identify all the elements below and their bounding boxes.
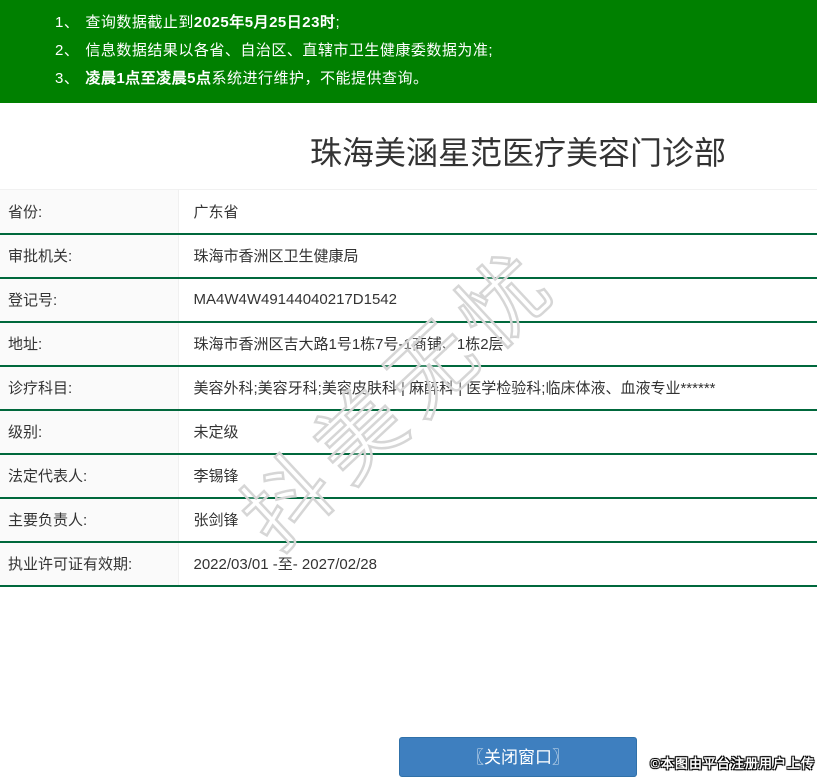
row-value: 珠海市香洲区卫生健康局 xyxy=(178,233,817,279)
notice-text: ; xyxy=(335,14,341,31)
institution-info-table: 省份: 广东省 审批机关: 珠海市香洲区卫生健康局 登记号: MA4W4W491… xyxy=(0,189,817,587)
row-label: 级别: xyxy=(0,409,179,455)
page-title: 珠海美涵星范医疗美容门诊部 xyxy=(309,135,726,171)
row-label: 诊疗科目: xyxy=(0,365,179,411)
row-label: 主要负责人: xyxy=(0,497,179,543)
uploader-badge: ©本图由平台注册用户上传 xyxy=(650,756,815,771)
table-row: 法定代表人: 李锡锋 xyxy=(0,453,817,499)
row-label: 地址: xyxy=(0,321,179,367)
notice-line-number: 2、 xyxy=(55,42,80,59)
notice-line-number: 1、 xyxy=(55,14,80,31)
row-label: 审批机关: xyxy=(0,233,179,279)
row-value: MA4W4W49144040217D1542 xyxy=(178,277,817,323)
notice-text-bold: 凌晨1点至凌晨5点 xyxy=(85,70,212,87)
notice-line-2: 2、 信息数据结果以各省、自治区、直辖市卫生健康委数据为准; xyxy=(55,37,817,65)
notice-line-number: 3、 xyxy=(55,70,80,87)
notice-text-bold: 2025年5月25日23时 xyxy=(193,14,336,31)
row-value: 2022/03/01 -至- 2027/02/28 xyxy=(178,541,817,587)
row-value: 未定级 xyxy=(178,409,817,455)
row-label: 登记号: xyxy=(0,277,179,323)
table-row: 诊疗科目: 美容外科;美容牙科;美容皮肤科 | 麻醉科 | 医学检验科;临床体液… xyxy=(0,365,817,411)
row-value: 张剑锋 xyxy=(178,497,817,543)
row-value: 珠海市香洲区吉大路1号1栋7号-1商铺、1栋2层 xyxy=(178,321,817,367)
row-value: 美容外科;美容牙科;美容皮肤科 | 麻醉科 | 医学检验科;临床体液、血液专业*… xyxy=(178,365,817,411)
notice-banner: 1、 查询数据截止到2025年5月25日23时; 2、 信息数据结果以各省、自治区、… xyxy=(0,0,817,103)
notice-line-3: 3、 凌晨1点至凌晨5点系统进行维护，不能提供查询。 xyxy=(55,65,817,93)
table-row: 主要负责人: 张剑锋 xyxy=(0,497,817,543)
notice-text: 信息数据结果以各省、自治区、直辖市卫生健康委数据为准; xyxy=(85,42,494,59)
page-container: 1、 查询数据截止到2025年5月25日23时; 2、 信息数据结果以各省、自治区、… xyxy=(0,0,817,777)
table-row: 登记号: MA4W4W49144040217D1542 xyxy=(0,277,817,323)
table-row: 执业许可证有效期: 2022/03/01 -至- 2027/02/28 xyxy=(0,541,817,587)
notice-text: 系统进行维护，不能提供查询。 xyxy=(211,70,429,87)
row-label: 执业许可证有效期: xyxy=(0,541,179,587)
table-row: 地址: 珠海市香洲区吉大路1号1栋7号-1商铺、1栋2层 xyxy=(0,321,817,367)
notice-text: 查询数据截止到 xyxy=(85,14,194,31)
notice-line-1: 1、 查询数据截止到2025年5月25日23时; xyxy=(55,9,817,37)
table-row: 省份: 广东省 xyxy=(0,189,817,235)
close-window-button[interactable]: 〖关闭窗口〗 xyxy=(399,736,637,777)
row-value: 李锡锋 xyxy=(178,453,817,499)
row-label: 省份: xyxy=(0,189,179,235)
table-row: 级别: 未定级 xyxy=(0,409,817,455)
row-label: 法定代表人: xyxy=(0,453,179,499)
row-value: 广东省 xyxy=(178,189,817,235)
table-row: 审批机关: 珠海市香洲区卫生健康局 xyxy=(0,233,817,279)
